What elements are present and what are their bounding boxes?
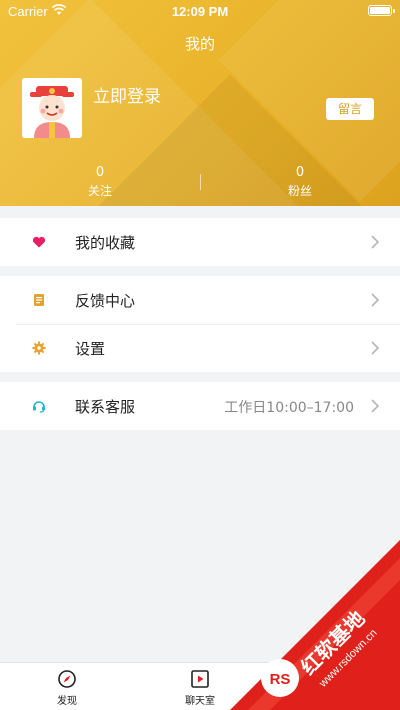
login-link[interactable]: 立即登录 (93, 82, 161, 107)
menu-item-support[interactable]: 联系客服 工作日10:00–17:00 (0, 382, 400, 430)
tab-label: 聊天室 (185, 696, 215, 707)
following-label: 关注 (87, 184, 112, 198)
chevron-right-icon (371, 399, 380, 413)
site-watermark: RS 红软基地 www.rsdown.cn (230, 540, 400, 710)
chevron-right-icon (371, 235, 380, 249)
menu-item-label: 我的收藏 (75, 234, 136, 252)
status-bar: Carrier 12:09 PM (0, 0, 400, 22)
tab-discover[interactable]: 发现 (32, 669, 102, 707)
menu-item-label: 反馈中心 (75, 292, 136, 310)
avatar[interactable] (22, 78, 82, 138)
avatar-illustration (22, 78, 82, 138)
fans-count: 0 (295, 165, 305, 180)
message-button[interactable]: 留言 (326, 98, 374, 120)
page-title: 我的 (184, 35, 215, 53)
play-square-icon (191, 670, 209, 688)
chevron-right-icon (371, 293, 380, 307)
gear-icon (32, 341, 46, 355)
headset-icon (33, 401, 45, 413)
document-icon (34, 294, 44, 306)
fans-label: 粉丝 (287, 184, 312, 198)
menu-item-settings[interactable]: 设置 (0, 324, 400, 372)
stat-fans[interactable]: 0 粉丝 (200, 165, 400, 199)
tab-chat[interactable]: 聊天室 (165, 669, 235, 707)
stat-following[interactable]: 0 关注 (0, 165, 200, 199)
menu-group-favorites: 我的收藏 (0, 218, 400, 266)
battery-icon (368, 5, 395, 16)
profile-header: Carrier 12:09 PM 我的 立即登录 留言 0 关注 0 粉丝 (0, 0, 400, 206)
support-hours: 工作日10:00–17:00 (224, 400, 354, 416)
menu-item-label: 设置 (75, 340, 106, 358)
menu-item-label: 联系客服 (75, 398, 136, 416)
heart-icon (32, 236, 46, 248)
menu-item-feedback[interactable]: 反馈中心 (0, 276, 400, 324)
menu-group-general: 反馈中心 设置 (0, 276, 400, 372)
compass-icon (58, 670, 76, 688)
menu-group-support: 联系客服 工作日10:00–17:00 (0, 382, 400, 430)
following-count: 0 (95, 165, 105, 180)
tab-label: 发现 (57, 696, 77, 707)
watermark-badge: RS (270, 671, 291, 688)
menu-item-favorites[interactable]: 我的收藏 (0, 218, 400, 266)
clock: 12:09 PM (171, 4, 229, 19)
chevron-right-icon (371, 341, 380, 355)
